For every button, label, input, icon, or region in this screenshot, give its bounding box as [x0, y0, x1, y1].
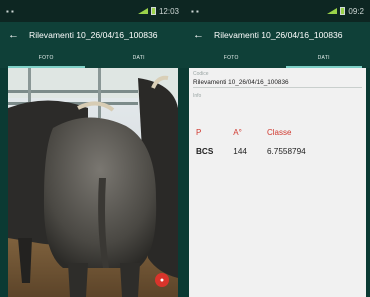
tab-dati-right[interactable]: DATI [278, 48, 370, 68]
camera-icon: ● [159, 276, 165, 284]
toolbar-title-right: Rilevamenti 10_26/04/16_100836 [214, 30, 343, 40]
notification-icons: ▪ ▪ [6, 6, 14, 16]
table-header-row: P A° Classe [196, 128, 326, 141]
app-screens: ▪ ▪ 12:03 ← Rilevamenti 10_26/04/16_1008… [0, 0, 370, 297]
tab-bar-left: FOTO DATI [0, 48, 185, 68]
toolbar-right: ← Rilevamenti 10_26/04/16_100836 [185, 22, 370, 48]
status-bar-right: ▪ ▪ 09:2 [185, 0, 370, 22]
left-screen: ▪ ▪ 12:03 ← Rilevamenti 10_26/04/16_1008… [0, 0, 185, 297]
signal-icon [137, 8, 148, 14]
buffalo-image [8, 68, 178, 297]
tab-foto-right[interactable]: FOTO [185, 48, 278, 68]
tab-foto[interactable]: FOTO [0, 48, 93, 68]
fab-button[interactable]: ● [155, 273, 169, 287]
battery-icon [340, 7, 346, 15]
buffalo-photo[interactable]: ● [8, 68, 178, 297]
notification-icons-right: ▪ ▪ [191, 6, 199, 16]
status-icons-left: 12:03 [137, 6, 179, 16]
info-label: Info [193, 93, 202, 99]
cell-a: 144 [233, 147, 247, 156]
toolbar-title: Rilevamenti 10_26/04/16_100836 [29, 30, 158, 40]
codice-value[interactable]: Rilevamenti 10_26/04/16_100836 [189, 77, 366, 87]
signal-icon [327, 8, 338, 14]
status-bar-left: ▪ ▪ 12:03 [0, 0, 185, 22]
header-a: A° [233, 128, 242, 137]
tab-dati[interactable]: DATI [93, 48, 186, 68]
arrow-back-icon[interactable]: ← [8, 29, 19, 41]
table-row: BCS 144 6.7558794 [196, 141, 326, 156]
status-icons-right: 09:2 [327, 7, 364, 16]
measurement-table: P A° Classe BCS 144 6.7558794 [196, 128, 326, 156]
arrow-back-icon[interactable]: ← [193, 29, 204, 41]
right-screen: ▪ ▪ 09:2 ← Rilevamenti 10_26/04/16_10083… [185, 0, 370, 297]
status-time-right: 09:2 [348, 6, 364, 16]
codice-label: Codice [193, 71, 209, 77]
status-time: 12:03 [158, 6, 179, 16]
cell-classe: 6.7558794 [266, 147, 306, 156]
tab-bar-right: FOTO DATI [185, 48, 370, 68]
header-classe: Classe [266, 128, 292, 137]
cell-p: BCS [196, 147, 214, 156]
data-detail-panel: Codice Rilevamenti 10_26/04/16_100836 In… [189, 68, 366, 297]
toolbar-left: ← Rilevamenti 10_26/04/16_100836 [0, 22, 185, 48]
battery-icon [150, 7, 156, 15]
header-p: P [196, 128, 202, 137]
